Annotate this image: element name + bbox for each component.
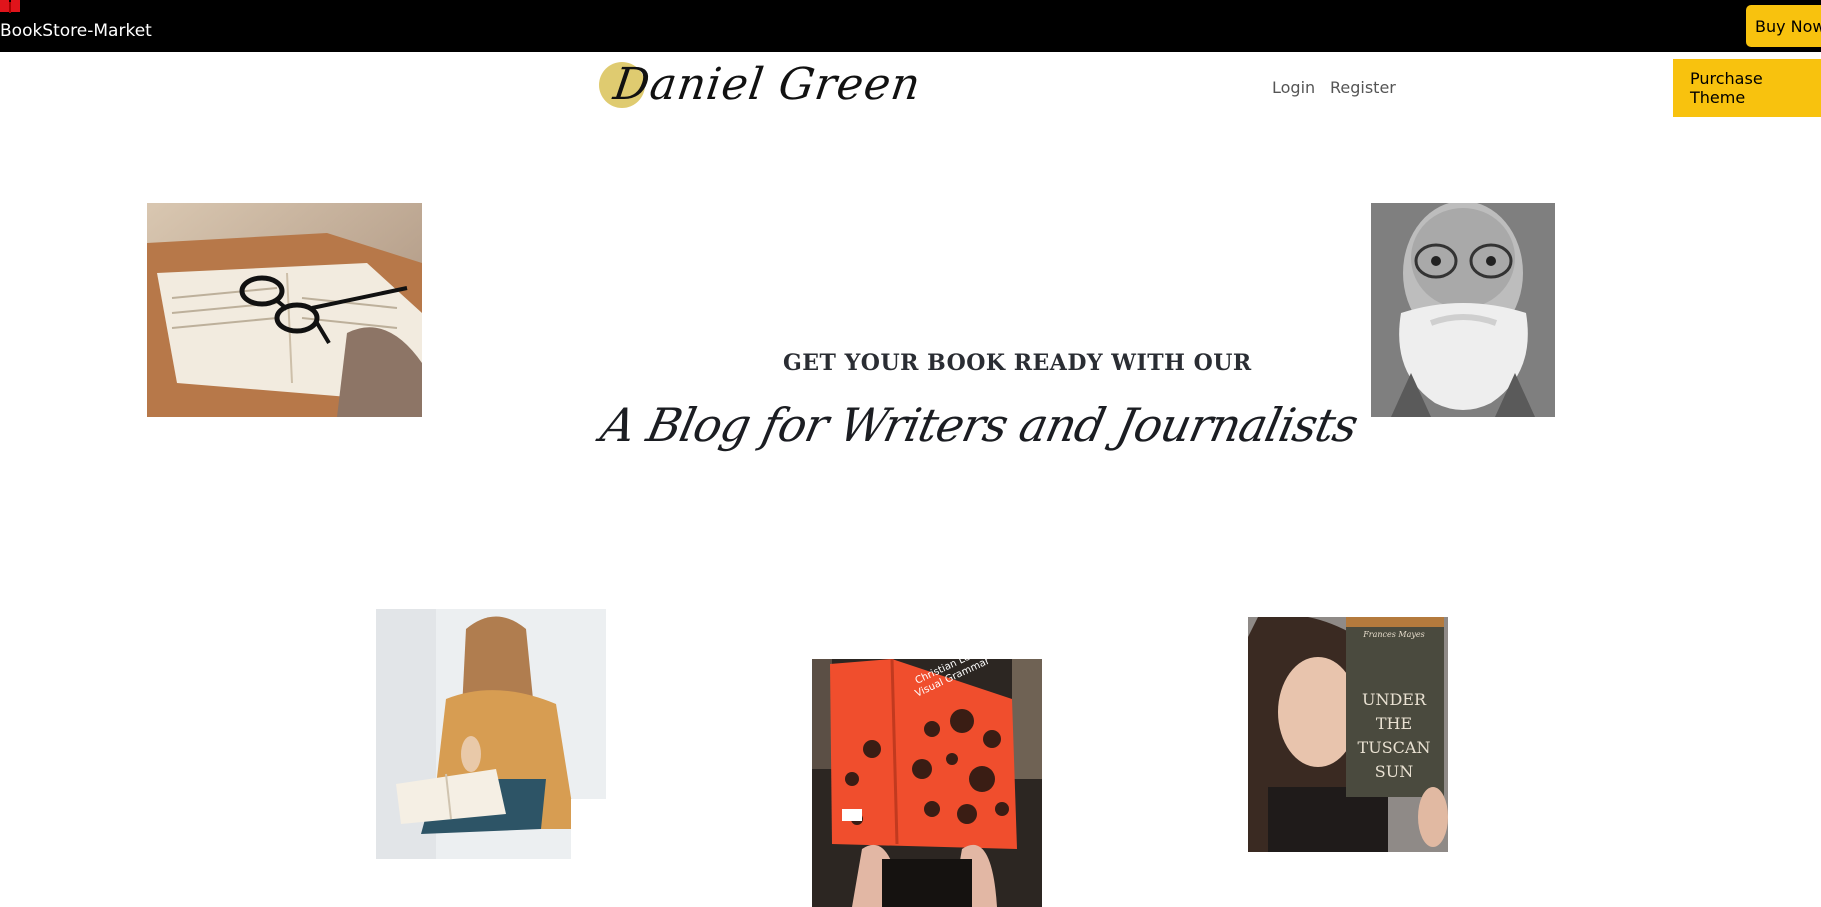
bearded-old-man-portrait-photo [1371,203,1555,417]
buy-now-button[interactable]: Buy Now [1746,5,1821,47]
hero-headline: A Blog for Writers and Journalists [596,398,1363,452]
woman-reading-photo [376,609,606,859]
top-bar: BookStore-Market Buy Now [0,0,1821,52]
book-icon [0,0,20,13]
logo-text: Daniel Green [610,59,925,110]
site-logo[interactable]: Daniel Green [596,56,924,116]
woman-holding-book-photo: Frances Mayes UNDER THE TUSCAN SUN [1248,617,1448,852]
hero-kicker: GET YOUR BOOK READY WITH OUR [783,350,1252,376]
svg-text:TUSCAN: TUSCAN [1358,738,1431,757]
register-link[interactable]: Register [1330,78,1396,97]
svg-text:THE: THE [1376,714,1412,733]
book-with-glasses-photo [147,203,422,417]
svg-text:SUN: SUN [1375,762,1413,781]
svg-text:UNDER: UNDER [1362,690,1427,709]
book-author-label: Frances Mayes [1362,630,1424,639]
login-link[interactable]: Login [1272,78,1315,97]
purchase-theme-button[interactable]: Purchase Theme [1673,59,1821,117]
brand-name[interactable]: BookStore-Market [0,21,152,41]
red-book-cover-photo: Christian Leborg Visual Grammar [812,659,1042,907]
